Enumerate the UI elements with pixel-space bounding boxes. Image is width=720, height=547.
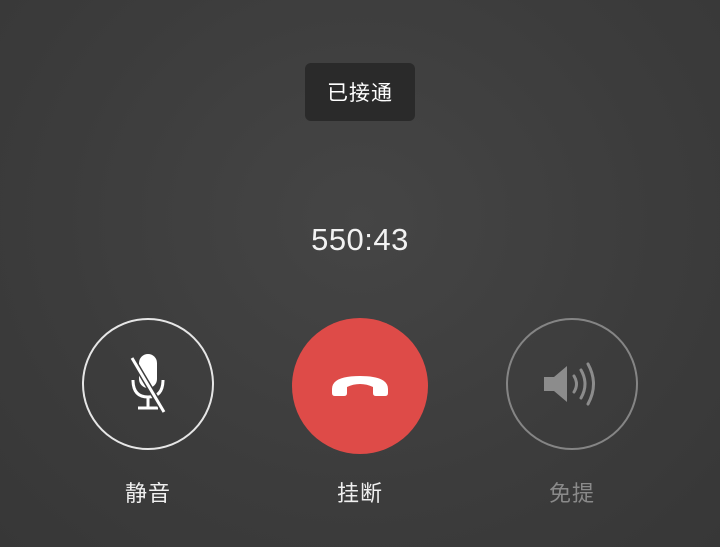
hangup-button[interactable] [292,318,428,454]
hangup-control: 挂断 [292,318,428,508]
hangup-label: 挂断 [336,482,383,507]
mute-button[interactable] [82,318,214,450]
call-status-text: 已接通 [327,81,393,105]
mute-control: 静音 [80,318,216,508]
call-screen: 已接通 550:43 静音 挂断 免提 [0,0,720,547]
mic-off-icon [129,354,167,414]
mute-label: 静音 [124,482,171,507]
speaker-label: 免提 [548,482,595,507]
call-duration: 550:43 [311,222,409,257]
phone-hangup-icon [332,376,388,396]
speaker-control: 免提 [504,318,640,508]
call-status-badge: 已接通 [305,63,415,121]
speaker-icon [544,362,595,406]
speaker-button[interactable] [506,318,638,450]
